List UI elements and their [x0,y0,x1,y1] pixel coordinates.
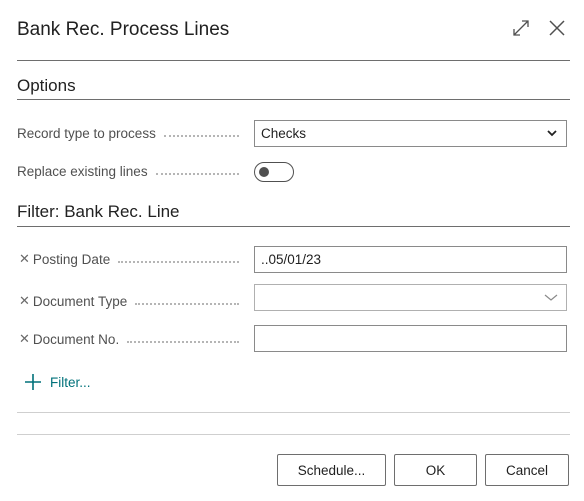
footer-divider-2 [17,434,570,435]
remove-filter-icon[interactable]: ✕ [19,293,30,309]
bank-rec-process-lines-dialog: Bank Rec. Process Lines Options Record t… [0,0,584,501]
toggle-knob [259,167,269,177]
dialog-title: Bank Rec. Process Lines [17,19,230,40]
add-filter-link[interactable]: Filter... [24,373,91,391]
replace-lines-label: Replace existing lines [17,164,247,179]
ok-button[interactable]: OK [394,454,477,486]
replace-lines-label-text: Replace existing lines [17,164,148,179]
document-no-label: ✕ Document No. [17,331,247,347]
filter-divider [17,226,570,227]
record-type-value: Checks [261,126,307,141]
record-type-label-text: Record type to process [17,126,156,141]
label-leader [118,260,239,263]
header-divider [17,60,570,61]
cancel-button[interactable]: Cancel [485,454,569,486]
label-leader [135,302,239,305]
document-type-label-text: Document Type [32,293,128,309]
filter-heading: Filter: Bank Rec. Line [17,202,180,221]
posting-date-value: ..05/01/23 [261,252,322,267]
posting-date-input[interactable]: ..05/01/23 [254,246,567,273]
label-leader [163,134,239,137]
record-type-label: Record type to process [17,126,247,141]
record-type-select[interactable]: Checks [254,120,567,147]
posting-date-label-text: Posting Date [32,251,111,267]
posting-date-label: ✕ Posting Date [17,251,247,267]
chevron-down-icon [546,127,558,142]
replace-lines-toggle[interactable] [254,162,294,182]
document-no-input[interactable] [254,325,567,352]
document-no-label-text: Document No. [32,331,120,347]
footer-divider-1 [17,412,570,413]
remove-filter-icon[interactable]: ✕ [19,331,30,347]
chevron-down-icon [544,291,558,306]
label-leader [155,172,239,175]
close-icon[interactable] [546,16,568,40]
document-type-label: ✕ Document Type [17,293,247,309]
label-leader [127,340,239,343]
options-divider [17,99,570,100]
options-heading: Options [17,76,76,95]
add-filter-label: Filter... [50,374,91,390]
expand-icon[interactable] [510,16,532,40]
remove-filter-icon[interactable]: ✕ [19,251,30,267]
schedule-button[interactable]: Schedule... [277,454,386,486]
plus-icon [25,374,41,390]
header-actions [510,16,568,40]
document-type-select[interactable] [254,284,567,311]
